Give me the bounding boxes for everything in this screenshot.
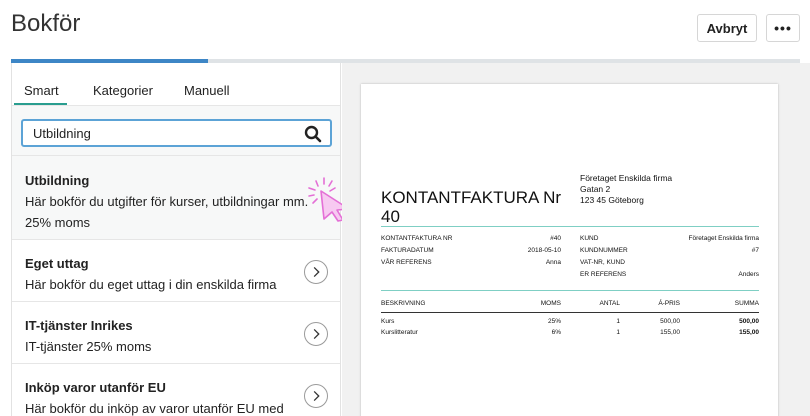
list-item-inkop-varor[interactable]: Inköp varor utanför EU Här bokför du ink… — [12, 364, 340, 416]
company-city: 123 45 Göteborg — [580, 195, 644, 205]
divider — [381, 312, 759, 313]
item-description: Här bokför du inköp av varor utanför EU … — [25, 401, 284, 416]
item-title: Utbildning — [25, 173, 90, 188]
search-icon[interactable] — [304, 125, 322, 143]
more-options-button[interactable]: ••• — [766, 14, 800, 42]
item-description: Här bokför du utgifter för kurser, utbil… — [25, 194, 309, 209]
row-sum: 155,00 — [739, 329, 759, 336]
tab-kategorier[interactable]: Kategorier — [93, 83, 153, 98]
invoice-title: KONTANTFAKTURA Nr 40 — [381, 188, 562, 226]
column-header: ANTAL — [599, 300, 620, 307]
item-title: Inköp varor utanför EU — [25, 380, 166, 395]
chevron-right-icon[interactable] — [304, 322, 328, 346]
row-price: 155,00 — [660, 329, 680, 336]
row-description: Kurslitteratur — [381, 329, 418, 336]
row-quantity: 1 — [616, 318, 620, 325]
meta-label: KUNDNUMMER — [580, 247, 628, 254]
item-vat: 25% moms — [25, 215, 91, 230]
tab-bar: Smart Kategorier Manuell — [12, 63, 340, 106]
cancel-button[interactable]: Avbryt — [697, 14, 757, 42]
divider — [381, 226, 759, 227]
column-header: MOMS — [540, 300, 561, 307]
meta-label: KUND — [580, 235, 599, 242]
search-box[interactable] — [21, 119, 332, 147]
row-vat: 25% — [547, 318, 561, 325]
item-title: Eget uttag — [25, 256, 89, 271]
row-sum: 500,00 — [739, 318, 759, 325]
meta-value: #7 — [751, 247, 759, 254]
row-price: 500,00 — [660, 318, 680, 325]
invoice-document: KONTANTFAKTURA Nr 40 Företaget Enskilda … — [361, 84, 778, 416]
company-street: Gatan 2 — [580, 184, 611, 194]
invoice-preview-panel: KONTANTFAKTURA Nr 40 Företaget Enskilda … — [342, 63, 810, 416]
list-item-eget-uttag[interactable]: Eget uttag Här bokför du eget uttag i di… — [12, 240, 340, 302]
row-quantity: 1 — [616, 329, 620, 336]
meta-value: 2018-05-10 — [527, 247, 561, 254]
meta-value: Anders — [738, 271, 759, 278]
divider — [381, 290, 759, 291]
row-vat: 6% — [551, 329, 561, 336]
column-header: SUMMA — [734, 300, 759, 307]
tab-manuell[interactable]: Manuell — [184, 83, 230, 98]
meta-label: ER REFERENS — [580, 271, 627, 278]
meta-value: Företaget Enskilda firma — [688, 235, 759, 242]
tab-smart[interactable]: Smart — [24, 83, 59, 98]
meta-value: Anna — [545, 259, 561, 266]
item-description: Här bokför du eget uttag i din enskilda … — [25, 277, 277, 292]
page-title: Bokför — [11, 10, 81, 37]
column-header: Á-PRIS — [658, 300, 680, 307]
item-title: IT-tjänster Inrikes — [25, 318, 133, 333]
meta-label: VÅR REFERENS — [381, 259, 432, 266]
list-item-it-tjanster[interactable]: IT-tjänster Inrikes IT-tjänster 25% moms — [12, 302, 340, 364]
column-header: BESKRIVNING — [381, 300, 426, 307]
search-input[interactable] — [33, 126, 283, 141]
suggestion-panel: Smart Kategorier Manuell Utbildning Här … — [11, 63, 350, 416]
meta-label: FAKTURADATUM — [381, 247, 434, 254]
item-description: IT-tjänster 25% moms — [25, 339, 152, 354]
company-name: Företaget Enskilda firma — [580, 173, 673, 183]
chevron-right-icon[interactable] — [304, 260, 328, 284]
meta-label: KONTANTFAKTURA NR — [381, 235, 453, 242]
chevron-right-icon[interactable] — [304, 384, 328, 408]
search-area — [12, 106, 340, 156]
meta-value: #40 — [550, 235, 561, 242]
list-item-utbildning[interactable]: Utbildning Här bokför du utgifter för ku… — [12, 156, 350, 240]
row-description: Kurs — [381, 318, 395, 325]
meta-label: VAT-NR, KUND — [580, 259, 625, 266]
active-tab-indicator — [14, 103, 67, 105]
